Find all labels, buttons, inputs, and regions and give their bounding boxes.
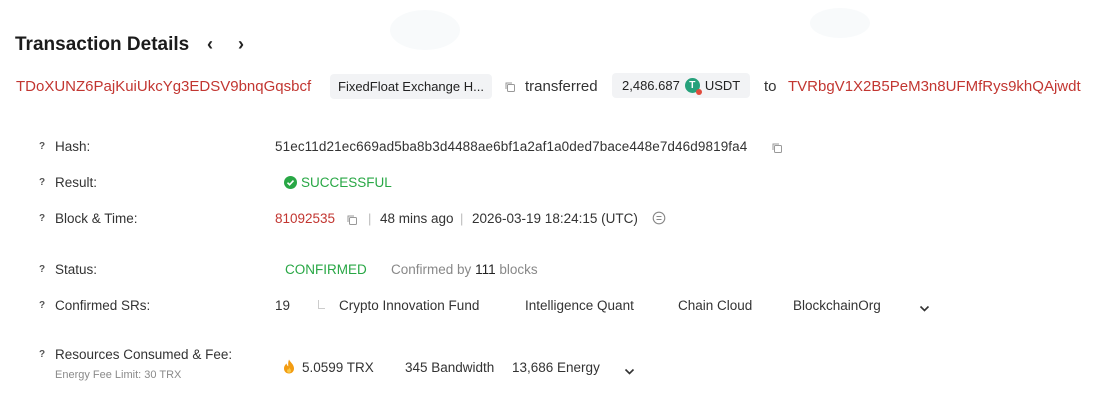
separator: | [460, 211, 464, 226]
copy-icon[interactable] [504, 80, 516, 98]
amount-value: 2,486.687 [622, 78, 680, 93]
to-word: to [764, 78, 777, 95]
sr-item[interactable]: BlockchainOrg [793, 298, 881, 313]
confirmed-count: 111 [475, 262, 496, 277]
status-badge: CONFIRMED [285, 262, 367, 277]
check-circle-icon [284, 176, 297, 194]
confirmations: Confirmed by 111 blocks [391, 262, 538, 277]
hash-value: 51ec11d21ec669ad5ba8b3d4488ae6bf1a2af1a0… [275, 139, 748, 154]
confirmed-srs-label: Confirmed SRs: [55, 298, 151, 313]
fee-trx: 5.0599 TRX [302, 360, 374, 375]
srs-connector [318, 300, 325, 309]
sr-item[interactable]: Intelligence Quant [525, 298, 634, 313]
clock-icon[interactable] [652, 211, 666, 230]
confirmed-suffix: blocks [499, 262, 538, 277]
copy-icon[interactable] [771, 141, 783, 159]
resources-label: Resources Consumed & Fee: [55, 347, 233, 362]
to-address-link[interactable]: TVRbgV1X2B5PeM3n8UFMfRys9khQAjwdt [788, 78, 1081, 95]
separator: | [368, 211, 372, 226]
block-number-link[interactable]: 81092535 [275, 211, 335, 226]
confirmed-prefix: Confirmed by [391, 262, 472, 277]
from-address-tag[interactable]: FixedFloat Exchange H... [330, 74, 492, 99]
prev-transaction-button[interactable]: ‹ [207, 34, 213, 55]
question-icon[interactable]: ? [36, 264, 48, 275]
result-label: Result: [55, 175, 98, 190]
chevron-down-icon[interactable] [624, 363, 635, 381]
copy-icon[interactable] [346, 213, 358, 231]
energy-consumed: 13,686 Energy [512, 360, 600, 375]
page-title: Transaction Details [15, 34, 190, 55]
amount-chip: 2,486.687 T USDT [612, 73, 751, 98]
hash-label: Hash: [55, 139, 91, 154]
chevron-down-icon[interactable] [919, 300, 930, 318]
question-icon[interactable]: ? [36, 349, 48, 360]
srs-count: 19 [275, 298, 291, 313]
tether-icon: T [684, 78, 702, 95]
question-icon[interactable]: ? [36, 177, 48, 188]
from-address-link[interactable]: TDoXUNZ6PajKuiUkcYg3EDSV9bnqGqsbcf [16, 78, 311, 95]
background-decoration [390, 10, 460, 50]
block-time-label: Block & Time: [55, 211, 138, 226]
token-symbol[interactable]: USDT [705, 78, 740, 93]
status-label: Status: [55, 262, 98, 277]
block-age: 48 mins ago [380, 211, 454, 226]
energy-fee-limit: Energy Fee Limit: 30 TRX [55, 369, 182, 381]
result-status: SUCCESSFUL [301, 175, 392, 190]
block-timestamp: 2026-03-19 18:24:15 (UTC) [472, 211, 638, 226]
action-text: transferred [525, 78, 598, 95]
sr-item[interactable]: Crypto Innovation Fund [339, 298, 479, 313]
sr-item[interactable]: Chain Cloud [678, 298, 752, 313]
question-icon[interactable]: ? [36, 213, 48, 224]
next-transaction-button[interactable]: › [238, 34, 244, 55]
bandwidth-consumed: 345 Bandwidth [405, 360, 495, 375]
background-decoration [810, 8, 870, 38]
question-icon[interactable]: ? [36, 141, 48, 152]
flame-icon [283, 359, 295, 379]
question-icon[interactable]: ? [36, 300, 48, 311]
